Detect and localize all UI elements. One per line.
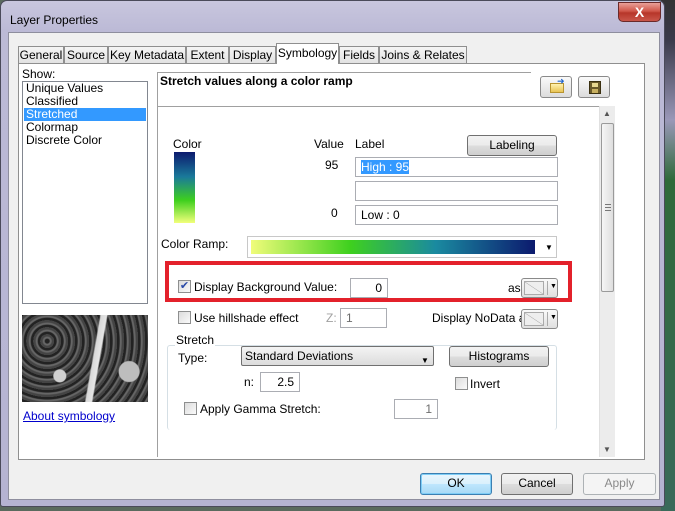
tab-general[interactable]: General [18, 46, 64, 63]
scroll-down-icon[interactable]: ▼ [603, 445, 611, 454]
high-label-input[interactable]: High : 95 [355, 157, 558, 177]
show-label: Show: [22, 67, 56, 81]
high-label-text: High : 95 [361, 160, 410, 174]
z-factor-label: Z: [326, 311, 337, 325]
scrollbar-thumb[interactable] [601, 123, 614, 292]
tab-symbology[interactable]: Symbology [276, 43, 339, 64]
page-heading: Stretch values along a color ramp [160, 74, 353, 88]
close-button[interactable]: X [618, 2, 661, 22]
hillshade-label: Use hillshade effect [194, 311, 299, 325]
middle-label-input[interactable] [355, 181, 558, 201]
display-background-checkbox[interactable]: ✔ [178, 280, 191, 293]
color-ramp-dropdown[interactable]: ▼ [247, 236, 557, 258]
n-value-input[interactable]: 2.5 [260, 372, 300, 392]
labeling-button[interactable]: Labeling [467, 135, 557, 156]
chevron-down-icon: ▼ [550, 314, 557, 321]
display-background-label: Display Background Value: [194, 280, 338, 294]
stretch-group-label: Stretch [175, 333, 216, 347]
grip-icon [605, 204, 611, 212]
low-label-input[interactable]: Low : 0 [355, 205, 558, 225]
color-ramp-preview [251, 240, 535, 254]
save-symbology-button[interactable] [578, 76, 610, 98]
about-symbology-link[interactable]: About symbology [23, 409, 115, 423]
tab-key-metadata[interactable]: Key Metadata [108, 46, 186, 63]
load-symbology-button[interactable]: ➜ [540, 76, 572, 98]
label-column-header: Label [355, 137, 385, 151]
n-label: n: [244, 375, 255, 389]
color-ramp-label: Color Ramp: [161, 237, 229, 251]
background-as-label: as [508, 281, 521, 295]
nodata-label: Display NoData as [432, 311, 532, 325]
nodata-color-picker[interactable]: ▼ [521, 309, 558, 329]
close-icon: X [634, 4, 645, 20]
tab-extent[interactable]: Extent [186, 46, 229, 63]
color-column-header: Color [173, 137, 202, 151]
checkmark-icon: ✔ [179, 280, 190, 292]
heading-box: Stretch values along a color ramp [157, 72, 531, 106]
tab-display[interactable]: Display [229, 46, 276, 63]
tab-source[interactable]: Source [64, 46, 108, 63]
histograms-button[interactable]: Histograms [449, 346, 549, 367]
show-item-discrete-color[interactable]: Discrete Color [24, 134, 146, 147]
gamma-stretch-label: Apply Gamma Stretch: [200, 402, 321, 416]
ok-button[interactable]: OK [420, 473, 492, 495]
tab-fields[interactable]: Fields [339, 46, 379, 63]
hillshade-checkbox[interactable] [178, 311, 191, 324]
save-disk-icon [589, 81, 601, 94]
z-factor-input[interactable]: 1 [340, 308, 387, 328]
stretch-type-dropdown[interactable]: Standard Deviations ▼ [241, 346, 434, 366]
chevron-down-icon: ▼ [421, 356, 429, 365]
symbology-preview-image [22, 315, 148, 402]
show-list[interactable]: Unique Values Classified Stretched Color… [22, 81, 148, 304]
stretch-type-value: Standard Deviations [245, 349, 354, 363]
background-value-input[interactable]: 0 [350, 278, 388, 298]
scroll-up-icon[interactable]: ▲ [603, 109, 611, 118]
background-color-picker[interactable]: ▼ [521, 278, 558, 298]
value-column-header: Value [314, 137, 344, 151]
low-value: 0 [331, 206, 338, 220]
window-title: Layer Properties [10, 13, 99, 27]
chevron-down-icon: ▼ [550, 283, 557, 290]
invert-label: Invert [470, 377, 501, 391]
invert-checkbox[interactable] [455, 377, 468, 390]
cancel-button[interactable]: Cancel [501, 473, 573, 495]
vertical-scrollbar[interactable]: ▲ ▼ [599, 106, 615, 457]
arrow-icon: ➜ [557, 76, 565, 86]
color-ramp-legend-swatch [174, 152, 195, 223]
no-color-swatch-icon [524, 281, 544, 295]
tab-joins-relates[interactable]: Joins & Relates [379, 46, 467, 63]
high-value: 95 [325, 158, 339, 172]
chevron-down-icon: ▼ [545, 243, 553, 252]
apply-button[interactable]: Apply [583, 473, 656, 495]
gamma-stretch-checkbox[interactable] [184, 402, 197, 415]
no-color-swatch-icon [524, 312, 544, 326]
gamma-value-input[interactable]: 1 [394, 399, 438, 419]
stretch-type-label: Type: [178, 351, 208, 365]
